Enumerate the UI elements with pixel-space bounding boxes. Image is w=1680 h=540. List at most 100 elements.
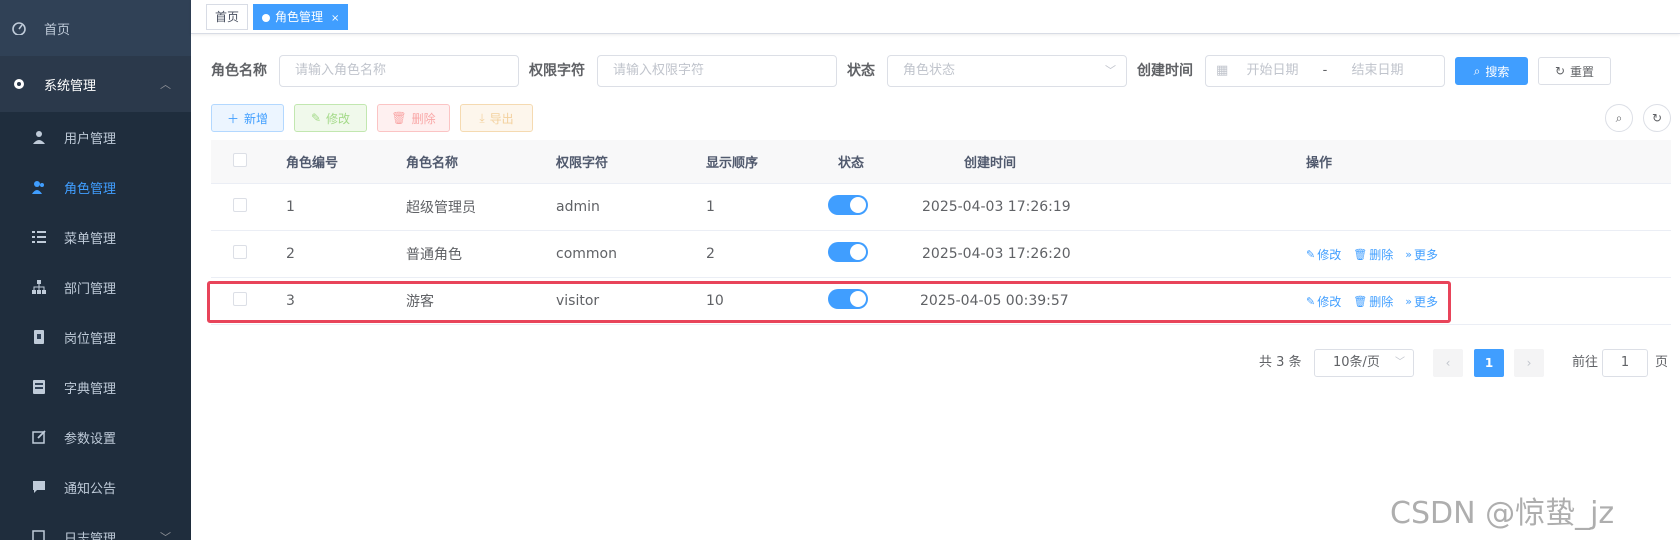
sidebar-item-label: 用户管理	[64, 131, 117, 147]
refresh-button[interactable]: ↻	[1643, 104, 1671, 132]
refresh-icon: ↻	[1651, 111, 1663, 125]
date-range-picker[interactable]: ▦ 开始日期 - 结束日期	[1205, 55, 1445, 87]
start-date-input[interactable]: 开始日期	[1246, 63, 1298, 78]
chevron-left-icon: ‹	[1445, 356, 1451, 370]
end-date-input[interactable]: 结束日期	[1351, 63, 1403, 78]
col-role-name: 角色名称	[406, 156, 459, 171]
sidebar-item-label: 岗位管理	[64, 331, 117, 347]
sidebar-item-label: 菜单管理	[64, 231, 117, 247]
sidebar: 首页 系统管理 ︿ 用户管理 角色管理 菜单管理 部门管理 岗位管理 字典管理 …	[0, 0, 191, 540]
sidebar-item-posts[interactable]: 岗位管理	[0, 312, 191, 362]
reset-button-label: 重置	[1570, 64, 1595, 79]
cell-role-name: 游客	[406, 294, 434, 310]
page-size-value: 10条/页	[1333, 355, 1380, 370]
goto-page-input[interactable]: 1	[1602, 349, 1648, 377]
gear-icon	[12, 77, 26, 91]
search-icon: ⌕	[1473, 63, 1481, 78]
cell-role-key: common	[556, 246, 617, 262]
refresh-icon: ↻	[1554, 64, 1566, 78]
delete-button[interactable]: 🗑 删除	[377, 104, 450, 132]
search-button[interactable]: ⌕ 搜索	[1455, 57, 1528, 85]
sidebar-item-label: 参数设置	[64, 431, 117, 447]
row-checkbox[interactable]	[211, 245, 276, 263]
table-row: 1 超级管理员 admin 1 2025-04-03 17:26:19	[211, 184, 1671, 231]
col-role-key: 权限字符	[556, 156, 609, 171]
tag-label: 角色管理	[275, 10, 324, 24]
trash-icon: 🗑	[1353, 247, 1368, 261]
tag-home[interactable]: 首页	[206, 4, 249, 30]
chevron-down-icon: ﹀	[1395, 357, 1405, 368]
status-switch[interactable]	[816, 242, 906, 266]
sidebar-item-label: 通知公告	[64, 481, 117, 497]
status-switch[interactable]	[816, 289, 906, 313]
edit-icon: ✎	[1306, 294, 1316, 308]
active-dot-icon	[262, 13, 270, 22]
edit-icon: ✎	[310, 111, 322, 125]
table-header: 角色编号 角色名称 权限字符 显示顺序 状态 创建时间 操作	[211, 140, 1671, 184]
export-button[interactable]: ⤓ 导出	[460, 104, 533, 132]
row-checkbox[interactable]	[211, 198, 276, 216]
toggle-search-button[interactable]: ⌕	[1605, 104, 1633, 132]
add-button-label: 新增	[244, 111, 269, 126]
next-page-button[interactable]: ›	[1514, 349, 1544, 377]
sidebar-item-configs[interactable]: 参数设置	[0, 412, 191, 462]
page-unit-label: 页	[1655, 355, 1669, 370]
sidebar-item-label: 角色管理	[64, 181, 117, 197]
pagination-total: 共 3 条	[1259, 355, 1302, 370]
row-edit-link[interactable]: ✎ 修改	[1306, 246, 1341, 263]
sidebar-item-depts[interactable]: 部门管理	[0, 262, 191, 312]
sidebar-group-system[interactable]: 系统管理 ︿	[0, 56, 191, 112]
row-delete-link[interactable]: 🗑 删除	[1353, 246, 1393, 263]
sidebar-item-roles[interactable]: 角色管理	[0, 162, 191, 212]
row-delete-link[interactable]: 🗑 删除	[1353, 293, 1393, 310]
double-arrow-right-icon: »	[1405, 247, 1412, 261]
edit-icon	[32, 430, 46, 444]
op-label: 更多	[1413, 294, 1438, 309]
cell-created: 2025-04-03 17:26:20	[922, 246, 1071, 262]
trash-icon: 🗑	[1353, 294, 1368, 308]
sidebar-item-logs[interactable]: 日志管理 ﹀	[0, 512, 191, 540]
row-operations: ✎ 修改 🗑 删除 » 更多	[1306, 293, 1466, 310]
dashboard-icon	[12, 21, 26, 35]
status-select-value: 角色状态	[903, 63, 956, 78]
plus-icon: ＋	[226, 111, 239, 126]
trash-icon: 🗑	[391, 111, 407, 125]
role-name-input[interactable]: 请输入角色名称	[279, 55, 519, 87]
cell-role-id: 2	[286, 246, 295, 262]
row-edit-link[interactable]: ✎ 修改	[1306, 293, 1341, 310]
row-more-link[interactable]: » 更多	[1405, 246, 1438, 263]
status-select[interactable]: 角色状态 ﹀	[887, 55, 1127, 87]
sidebar-item-notices[interactable]: 通知公告	[0, 462, 191, 512]
cell-created: 2025-04-03 17:26:19	[922, 199, 1071, 215]
sidebar-item-label: 首页	[44, 22, 71, 38]
page-number-button[interactable]: 1	[1474, 349, 1504, 377]
user-icon	[32, 130, 46, 144]
add-button[interactable]: ＋ 新增	[211, 104, 284, 132]
prev-page-button[interactable]: ‹	[1433, 349, 1463, 377]
op-label: 删除	[1369, 247, 1394, 262]
select-all-checkbox[interactable]	[211, 152, 276, 171]
reset-button[interactable]: ↻ 重置	[1538, 57, 1611, 85]
tag-roles[interactable]: 角色管理 ×	[253, 4, 349, 30]
chevron-right-icon: ›	[1526, 356, 1532, 370]
cell-role-key: admin	[556, 199, 600, 215]
sidebar-item-menus[interactable]: 菜单管理	[0, 212, 191, 262]
close-icon[interactable]: ×	[331, 13, 339, 24]
sidebar-item-users[interactable]: 用户管理	[0, 112, 191, 162]
perm-key-input[interactable]: 请输入权限字符	[597, 55, 837, 87]
row-more-link[interactable]: » 更多	[1405, 293, 1438, 310]
edit-button[interactable]: ✎ 修改	[294, 104, 367, 132]
range-separator: -	[1322, 63, 1328, 78]
col-status: 状态	[838, 156, 865, 171]
sidebar-item-home[interactable]: 首页	[0, 0, 191, 56]
col-role-sort: 显示顺序	[706, 156, 759, 171]
col-created: 创建时间	[964, 156, 1017, 171]
chevron-down-icon: ﹀	[160, 531, 171, 540]
sidebar-item-dicts[interactable]: 字典管理	[0, 362, 191, 412]
cell-role-key: visitor	[556, 293, 600, 309]
status-switch[interactable]	[816, 195, 906, 219]
sidebar-item-label: 部门管理	[64, 281, 117, 297]
search-icon: ⌕	[1615, 110, 1623, 125]
page-size-select[interactable]: 10条/页 ﹀	[1314, 349, 1414, 377]
row-checkbox[interactable]	[211, 292, 276, 310]
